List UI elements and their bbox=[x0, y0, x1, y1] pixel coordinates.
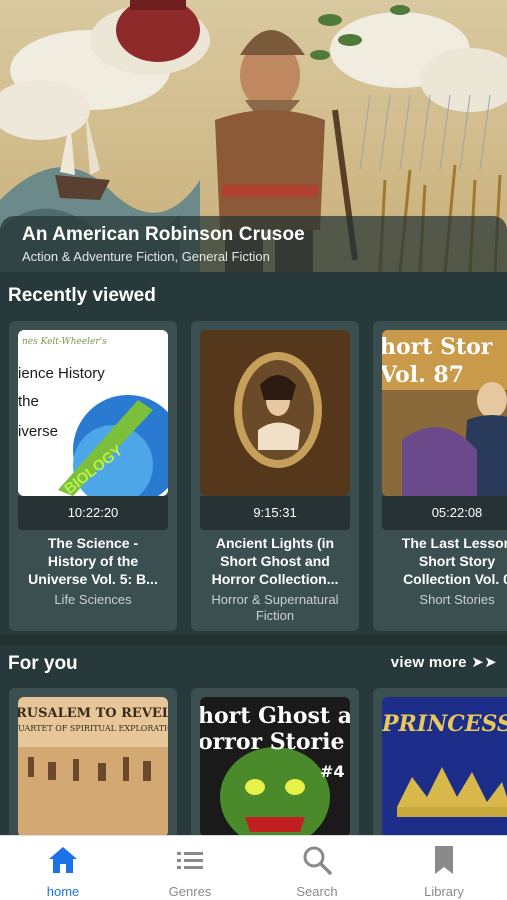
listening-duration: 10:22:20 bbox=[18, 496, 168, 530]
recently-viewed-heading: Recently viewed bbox=[8, 285, 156, 306]
svg-text:iverse: iverse bbox=[18, 423, 58, 440]
listening-duration: 05:22:08 bbox=[382, 496, 507, 530]
book-cover: hort Stor Vol. 87 bbox=[382, 330, 507, 496]
book-genre: Short Stories bbox=[419, 592, 495, 607]
bottom-navigation: home Genres Search Library bbox=[0, 835, 507, 900]
section-divider bbox=[0, 635, 507, 645]
tab-genres[interactable]: Genres bbox=[127, 836, 253, 900]
book-title: The Science - History of the Universe Vo… bbox=[28, 535, 158, 587]
tab-home-label: home bbox=[46, 884, 80, 899]
search-icon bbox=[303, 846, 332, 875]
recently-viewed-card[interactable]: 9:15:31 Ancient Lights (in Short Ghost a… bbox=[191, 321, 359, 631]
for-you-carousel[interactable]: RUSALEM TO REVELATION UARTET OF SPIRITUA… bbox=[0, 688, 507, 848]
for-you-card[interactable]: hort Ghost an orror Storie #4 bbox=[191, 688, 359, 848]
list-icon bbox=[177, 852, 203, 869]
svg-text:the: the bbox=[18, 393, 39, 410]
svg-text:#4: #4 bbox=[320, 762, 345, 781]
svg-text:hort Ghost an: hort Ghost an bbox=[200, 703, 350, 729]
featured-book-title: An American Robinson Crusoe bbox=[22, 224, 305, 245]
svg-text:PRINCESS: PRINCESS bbox=[382, 711, 507, 737]
svg-text:ience History: ience History bbox=[18, 365, 105, 382]
book-genre: Horror & Supernatural Fiction bbox=[211, 592, 339, 623]
recently-viewed-carousel[interactable]: nes Kelt-Wheeler's ience History the ive… bbox=[0, 321, 507, 633]
book-cover: PRINCESS bbox=[382, 697, 507, 837]
book-title: The Last Lesson Short Story Collection V… bbox=[401, 535, 507, 587]
bookmark-icon bbox=[435, 846, 453, 874]
svg-text:RUSALEM TO REVELATION: RUSALEM TO REVELATION bbox=[18, 706, 168, 721]
featured-book-banner[interactable]: An American Robinson Crusoe Action & Adv… bbox=[0, 0, 507, 272]
view-more-link[interactable]: view more ➤➤ bbox=[391, 653, 497, 671]
recently-viewed-card[interactable]: hort Stor Vol. 87 05:22:08 The Last Less… bbox=[373, 321, 507, 631]
book-title: Ancient Lights (in Short Ghost and Horro… bbox=[211, 535, 339, 587]
svg-text:nes Kelt-Wheeler's: nes Kelt-Wheeler's bbox=[22, 337, 107, 347]
for-you-card[interactable]: PRINCESS bbox=[373, 688, 507, 848]
for-you-card[interactable]: RUSALEM TO REVELATION UARTET OF SPIRITUA… bbox=[9, 688, 177, 848]
tab-search-label: Search bbox=[296, 884, 338, 899]
book-cover: hort Ghost an orror Storie #4 bbox=[200, 697, 350, 837]
svg-text:Vol. 87: Vol. 87 bbox=[382, 362, 464, 388]
tab-library-label: Library bbox=[424, 884, 464, 899]
svg-text:hort Stor: hort Stor bbox=[382, 334, 493, 360]
featured-book-genres: Action & Adventure Fiction, General Fict… bbox=[22, 249, 270, 264]
featured-book-caption: An American Robinson Crusoe Action & Adv… bbox=[0, 216, 507, 272]
tab-home[interactable]: home bbox=[0, 836, 126, 900]
app-screen: An American Robinson Crusoe Action & Adv… bbox=[0, 0, 507, 900]
book-cover: nes Kelt-Wheeler's ience History the ive… bbox=[18, 330, 168, 496]
book-genre: Life Sciences bbox=[54, 592, 132, 607]
tab-library[interactable]: Library bbox=[381, 836, 507, 900]
svg-text:UARTET OF SPIRITUAL EXPLORATIO: UARTET OF SPIRITUAL EXPLORATIO bbox=[18, 724, 168, 733]
tab-genres-label: Genres bbox=[168, 884, 212, 899]
book-cover: RUSALEM TO REVELATION UARTET OF SPIRITUA… bbox=[18, 697, 168, 837]
home-icon bbox=[49, 847, 77, 873]
book-cover bbox=[200, 330, 350, 496]
listening-duration: 9:15:31 bbox=[200, 496, 350, 530]
svg-text:orror Storie: orror Storie bbox=[200, 729, 344, 755]
tab-search[interactable]: Search bbox=[254, 836, 380, 900]
recently-viewed-card[interactable]: nes Kelt-Wheeler's ience History the ive… bbox=[9, 321, 177, 631]
for-you-heading: For you bbox=[8, 653, 78, 674]
